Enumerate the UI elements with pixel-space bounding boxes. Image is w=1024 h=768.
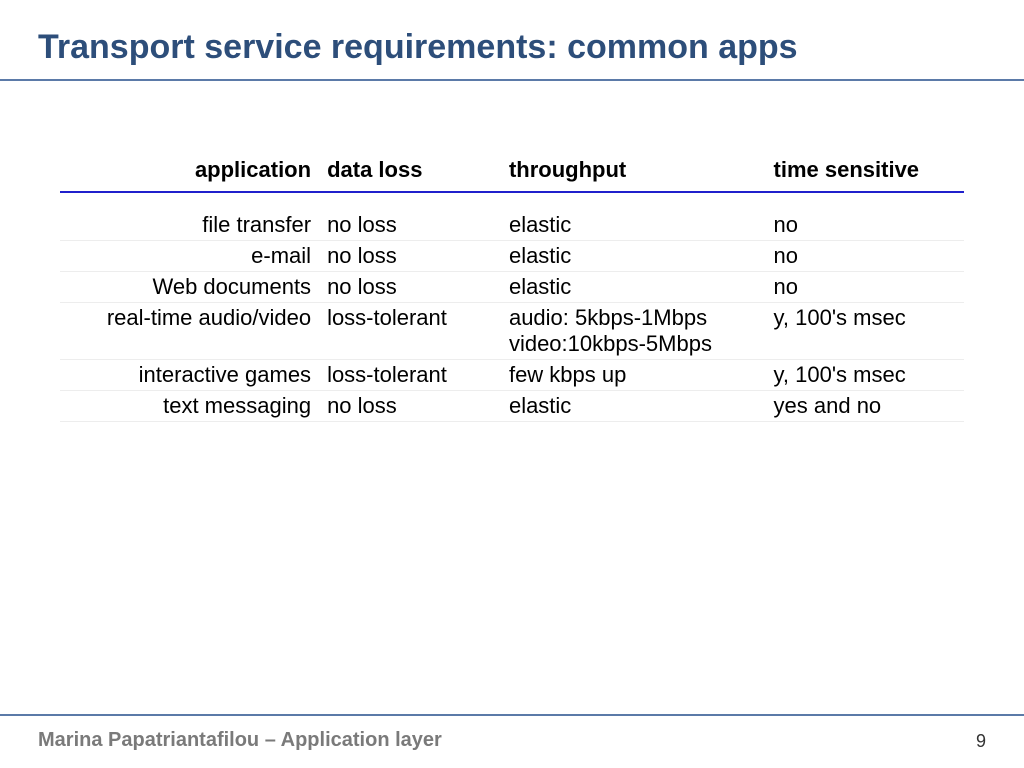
spacer-row	[60, 192, 964, 210]
cell-data-loss: loss-tolerant	[319, 360, 501, 391]
cell-throughput: elastic	[501, 391, 766, 422]
cell-data-loss: no loss	[319, 241, 501, 272]
cell-time-sensitive: y, 100's msec	[766, 303, 964, 360]
table-row: text messaging no loss elastic yes and n…	[60, 391, 964, 422]
table-row: e-mail no loss elastic no	[60, 241, 964, 272]
cell-throughput: elastic	[501, 210, 766, 241]
table-header-row: application data loss throughput time se…	[60, 151, 964, 192]
table-row: Web documents no loss elastic no	[60, 272, 964, 303]
cell-throughput: few kbps up	[501, 360, 766, 391]
cell-time-sensitive: no	[766, 272, 964, 303]
header-data-loss: data loss	[319, 151, 501, 192]
cell-application: text messaging	[60, 391, 319, 422]
cell-throughput: audio: 5kbps-1Mbps video:10kbps-5Mbps	[501, 303, 766, 360]
cell-application: interactive games	[60, 360, 319, 391]
table-row: interactive games loss-tolerant few kbps…	[60, 360, 964, 391]
cell-data-loss: no loss	[319, 272, 501, 303]
cell-application: Web documents	[60, 272, 319, 303]
cell-time-sensitive: y, 100's msec	[766, 360, 964, 391]
table-row: real-time audio/video loss-tolerant audi…	[60, 303, 964, 360]
footer-author: Marina Papatriantafilou – Application la…	[38, 729, 442, 752]
page-number: 9	[976, 731, 986, 752]
cell-time-sensitive: no	[766, 241, 964, 272]
cell-application: e-mail	[60, 241, 319, 272]
header-application: application	[60, 151, 319, 192]
cell-data-loss: no loss	[319, 391, 501, 422]
cell-throughput: elastic	[501, 272, 766, 303]
header-throughput: throughput	[501, 151, 766, 192]
cell-data-loss: loss-tolerant	[319, 303, 501, 360]
title-underline	[0, 79, 1024, 81]
cell-time-sensitive: yes and no	[766, 391, 964, 422]
cell-application: file transfer	[60, 210, 319, 241]
requirements-table: application data loss throughput time se…	[60, 151, 964, 422]
slide-title: Transport service requirements: common a…	[0, 0, 1024, 79]
cell-application: real-time audio/video	[60, 303, 319, 360]
table-row: file transfer no loss elastic no	[60, 210, 964, 241]
cell-data-loss: no loss	[319, 210, 501, 241]
footer-divider	[0, 714, 1024, 716]
cell-throughput: elastic	[501, 241, 766, 272]
header-time-sensitive: time sensitive	[766, 151, 964, 192]
requirements-table-container: application data loss throughput time se…	[60, 151, 964, 422]
cell-time-sensitive: no	[766, 210, 964, 241]
